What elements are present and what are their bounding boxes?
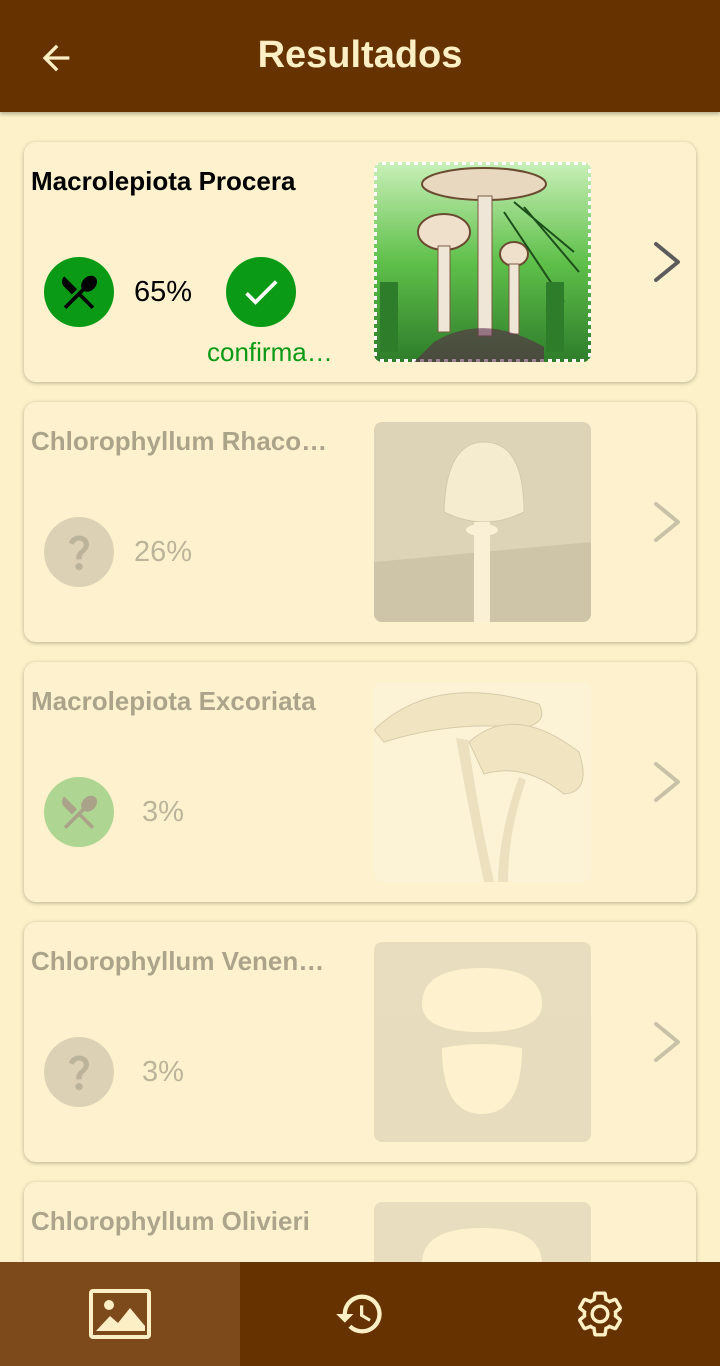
species-photo: [374, 422, 591, 622]
result-card-chlorophyllum-venenatum[interactable]: Chlorophyllum Venen… 3%: [24, 922, 696, 1162]
nav-identify[interactable]: [0, 1262, 240, 1366]
match-percent: 3%: [142, 1056, 184, 1088]
edible-icon: [44, 257, 114, 327]
unknown-icon: [44, 517, 114, 587]
result-card-chlorophyllum-olivieri[interactable]: Chlorophyllum Olivieri: [24, 1182, 696, 1262]
match-percent: 26%: [134, 536, 193, 568]
page-title: Resultados: [257, 34, 463, 76]
nav-settings[interactable]: [480, 1262, 720, 1366]
species-name: Macrolepiota Excoriata: [31, 686, 316, 716]
results-list[interactable]: Macrolepiota Procera 65% confirma… Chlor…: [0, 112, 720, 1262]
result-card-chlorophyllum-rhacodes[interactable]: Chlorophyllum Rhaco… 26%: [24, 402, 696, 642]
result-card-macrolepiota-procera[interactable]: Macrolepiota Procera 65% confirma…: [24, 142, 696, 382]
app-bar: Resultados: [0, 0, 720, 112]
species-photo: [374, 162, 591, 362]
species-name: Macrolepiota Procera: [31, 166, 296, 196]
species-name: Chlorophyllum Olivieri: [31, 1206, 310, 1236]
chevron-right-icon[interactable]: [646, 1018, 686, 1066]
chevron-right-icon[interactable]: [646, 498, 686, 546]
confirm-label[interactable]: confirma…: [207, 337, 333, 368]
bottom-navigation: [0, 1262, 720, 1366]
match-percent: 3%: [142, 796, 184, 828]
species-photo: [374, 682, 591, 882]
match-percent: 65%: [134, 276, 193, 308]
species-name: Chlorophyllum Venen…: [31, 946, 325, 976]
image-icon: [89, 1289, 151, 1339]
chevron-right-icon[interactable]: [646, 758, 686, 806]
history-icon: [336, 1294, 382, 1334]
settings-icon: [578, 1291, 622, 1337]
result-card-macrolepiota-excoriata[interactable]: Macrolepiota Excoriata 3%: [24, 662, 696, 902]
mushroom-placeholder-icon: [374, 942, 591, 1142]
mushroom-placeholder-icon: [374, 1202, 591, 1262]
edible-icon: [44, 777, 114, 847]
check-icon[interactable]: [226, 257, 296, 327]
chevron-right-icon[interactable]: [646, 238, 686, 286]
unknown-icon: [44, 1037, 114, 1107]
nav-history[interactable]: [240, 1262, 480, 1366]
species-name: Chlorophyllum Rhaco…: [31, 426, 328, 456]
